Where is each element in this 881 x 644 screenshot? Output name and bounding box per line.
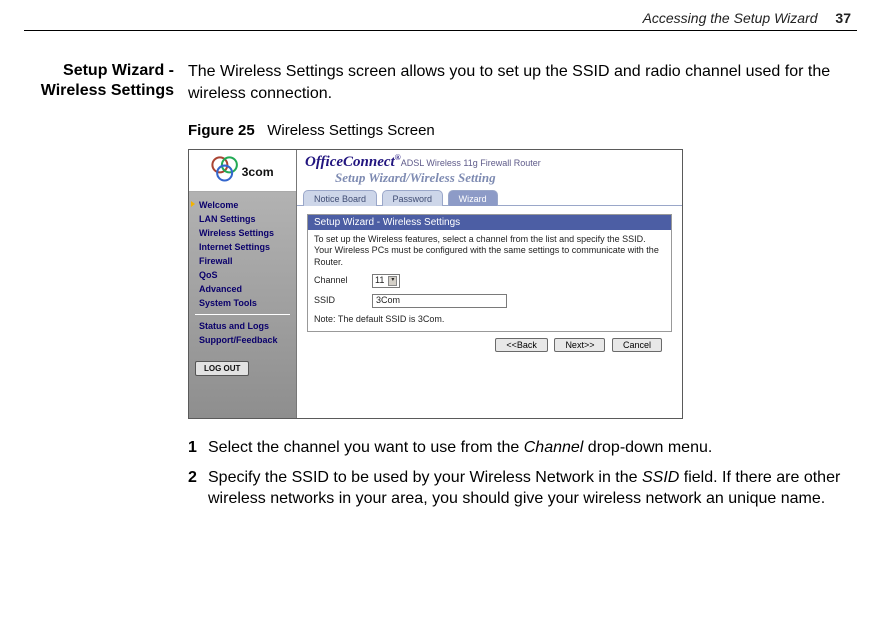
channel-label: Channel [314,275,372,286]
back-button[interactable]: <<Back [495,338,548,352]
tab-wizard[interactable]: Wizard [448,190,498,206]
sidebar-item-lan[interactable]: LAN Settings [189,212,296,226]
sidebar-nav: Welcome LAN Settings Wireless Settings I… [189,192,296,353]
channel-dropdown[interactable]: 11 ▾ [372,274,400,288]
brand-tagline: ADSL Wireless 11g Firewall Router [401,158,541,168]
sidebar-item-qos[interactable]: QoS [189,268,296,282]
main-area: OfficeConnect®ADSL Wireless 11g Firewall… [297,150,682,418]
section-heading: Setup Wizard - Wireless Settings [30,61,188,518]
step-item: 1 Select the channel you want to use fro… [188,437,851,459]
svg-text:3com: 3com [241,164,273,178]
sidebar-item-support[interactable]: Support/Feedback [189,333,296,347]
running-header-title: Accessing the Setup Wizard [643,10,818,26]
sidebar-item-systemtools[interactable]: System Tools [189,296,296,310]
channel-value: 11 [375,275,384,286]
step-number: 2 [188,467,208,510]
step-text-before: Specify the SSID to be used by your Wire… [208,469,642,486]
figure-caption: Figure 25 Wireless Settings Screen [188,122,851,139]
page-number: 37 [835,10,851,26]
sidebar-item-welcome[interactable]: Welcome [189,198,296,212]
brand-name-text: OfficeConnect [305,154,395,170]
tab-bar: Notice Board Password Wizard [297,190,682,206]
figure-caption-text: Wireless Settings Screen [267,122,435,139]
section-heading-line2: Wireless Settings [30,81,174,101]
brand-bar: OfficeConnect®ADSL Wireless 11g Firewall… [297,150,682,170]
intro-paragraph: The Wireless Settings screen allows you … [188,61,851,104]
embedded-screenshot: 3com Welcome LAN Settings Wireless Setti… [188,149,683,419]
step-text: Specify the SSID to be used by your Wire… [208,467,851,510]
logout-button[interactable]: LOG OUT [195,361,249,376]
step-text-before: Select the channel you want to use from … [208,439,524,456]
logo-3com: 3com [189,150,296,192]
ssid-value: 3Com [376,295,400,306]
brand-name: OfficeConnect® [305,154,401,170]
running-header: Accessing the Setup Wizard 37 [0,0,881,30]
sidebar-item-internet[interactable]: Internet Settings [189,240,296,254]
panel-note: Note: The default SSID is 3Com. [314,314,665,325]
figure-label: Figure 25 [188,122,255,139]
step-number: 1 [188,437,208,459]
sidebar-item-firewall[interactable]: Firewall [189,254,296,268]
step-text-em: Channel [524,439,584,456]
step-text: Select the channel you want to use from … [208,437,712,459]
step-list: 1 Select the channel you want to use fro… [188,437,851,510]
step-text-after: drop-down menu. [583,439,712,456]
step-item: 2 Specify the SSID to be used by your Wi… [188,467,851,510]
sidebar-item-status[interactable]: Status and Logs [189,319,296,333]
chevron-down-icon: ▾ [388,276,397,286]
sidebar-item-advanced[interactable]: Advanced [189,282,296,296]
panel-description: To set up the Wireless features, select … [314,234,665,268]
sidebar: 3com Welcome LAN Settings Wireless Setti… [189,150,297,418]
ssid-label: SSID [314,295,372,306]
sidebar-item-wireless[interactable]: Wireless Settings [189,226,296,240]
panel-title: Setup Wizard - Wireless Settings [308,215,671,230]
sidebar-divider [195,314,290,315]
cancel-button[interactable]: Cancel [612,338,662,352]
page-subheading: Setup Wizard/Wireless Setting [297,170,682,190]
tab-noticeboard[interactable]: Notice Board [303,190,377,206]
next-button[interactable]: Next>> [554,338,605,352]
section-heading-line1: Setup Wizard - [30,61,174,81]
wizard-panel: Setup Wizard - Wireless Settings To set … [307,214,672,332]
panel-buttons: <<Back Next>> Cancel [307,332,672,358]
tab-password[interactable]: Password [382,190,444,206]
step-text-em: SSID [642,469,679,486]
ssid-input[interactable]: 3Com [372,294,507,308]
